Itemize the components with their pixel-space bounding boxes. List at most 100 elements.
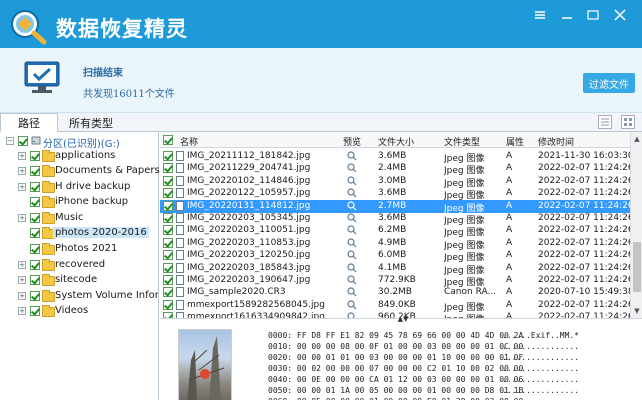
- file-checkbox[interactable]: [163, 213, 173, 223]
- column-header-size[interactable]: 文件大小: [378, 135, 414, 148]
- file-name: IMG_20220203_105345.jpg: [187, 213, 311, 223]
- scrollbar-thumb[interactable]: [633, 242, 641, 292]
- tree-item-applications[interactable]: + applications: [0, 149, 158, 164]
- folder-icon: [42, 305, 55, 317]
- file-row[interactable]: IMG_20220203_190647.jpg 772.9KB Jpeg 图像 A 20…: [160, 274, 634, 288]
- tree-root[interactable]: − 分区(已识别)(G:): [0, 134, 158, 150]
- file-checkbox[interactable]: [163, 275, 173, 285]
- tree-item-photos-2020-2016[interactable]: photos 2020-2016: [0, 226, 158, 241]
- close-icon[interactable]: [612, 8, 628, 22]
- tree-item-h-drive-backup[interactable]: + H drive backup: [0, 180, 158, 195]
- preview-icon[interactable]: [347, 188, 357, 198]
- file-checkbox[interactable]: [163, 225, 173, 236]
- preview-icon[interactable]: [347, 151, 357, 161]
- expand-icon[interactable]: +: [18, 276, 26, 284]
- file-checkbox[interactable]: [163, 163, 173, 174]
- file-row[interactable]: IMG_20220131_114812.jpg 2.7MB Jpeg 图像 A 2022…: [160, 199, 634, 214]
- tree-checkbox[interactable]: [30, 275, 40, 285]
- file-checkbox[interactable]: [163, 237, 173, 248]
- splitter-handle[interactable]: ▲▼: [390, 315, 416, 323]
- column-header-name[interactable]: 名称: [180, 135, 198, 148]
- file-checkbox[interactable]: [163, 262, 173, 273]
- tree-checkbox[interactable]: [30, 260, 40, 270]
- tree-checkbox[interactable]: [30, 291, 40, 301]
- column-header-type[interactable]: 文件类型: [444, 135, 480, 148]
- maximize-icon[interactable]: [585, 8, 601, 22]
- detail-view-icon[interactable]: [598, 115, 612, 129]
- file-list-scrollbar[interactable]: ▲ ▼: [630, 132, 642, 318]
- file-row[interactable]: IMG_sample2020.CR3 30.2MB Canon RA... A 2020…: [160, 286, 634, 299]
- preview-icon[interactable]: [347, 163, 357, 173]
- tab-all-types[interactable]: 所有类型: [60, 113, 122, 132]
- expand-icon[interactable]: +: [18, 292, 26, 300]
- preview-icon[interactable]: [347, 200, 357, 211]
- tree-checkbox[interactable]: [30, 228, 40, 238]
- filter-files-button[interactable]: 过滤文件: [583, 73, 635, 93]
- file-checkbox[interactable]: [163, 175, 173, 186]
- file-row[interactable]: IMG_20220122_105957.jpg 3.6MB Jpeg 图像 A 2022…: [160, 187, 634, 201]
- file-checkbox[interactable]: [163, 299, 173, 310]
- file-row[interactable]: IMG_20220203_105345.jpg 3.6MB Jpeg 图像 A 2022…: [160, 212, 634, 226]
- file-row[interactable]: IMG_20211229_204741.jpg 2.4MB Jpeg 图像 A 2022…: [160, 162, 634, 176]
- tree-checkbox[interactable]: [30, 166, 40, 176]
- file-row[interactable]: mmexport1589282568045.jpg 849.0KB Jpeg 图像 A…: [160, 299, 634, 313]
- preview-icon[interactable]: [347, 250, 357, 260]
- file-row[interactable]: IMG_20220203_120250.jpg 6.0MB Jpeg 图像 A 2022…: [160, 249, 634, 263]
- file-checkbox[interactable]: [163, 200, 173, 211]
- tree-checkbox[interactable]: [30, 182, 40, 192]
- file-row[interactable]: IMG_20220203_110853.jpg 4.9MB Jpeg 图像 A 2022…: [160, 237, 634, 251]
- scroll-down-icon[interactable]: ▼: [631, 305, 642, 317]
- file-row[interactable]: IMG_20220203_110051.jpg 6.2MB Jpeg 图像 A 2022…: [160, 224, 634, 238]
- tab-path[interactable]: 路径: [0, 113, 58, 132]
- file-type: Canon RA...: [444, 287, 497, 298]
- preview-icon[interactable]: [347, 262, 357, 273]
- file-checkbox[interactable]: [163, 151, 173, 161]
- column-header-modified[interactable]: 修改时间: [538, 135, 574, 148]
- expand-icon[interactable]: +: [18, 167, 26, 175]
- expand-icon[interactable]: +: [18, 307, 26, 315]
- file-name: IMG_20220203_110051.jpg: [187, 225, 311, 236]
- tree-item-videos[interactable]: + Videos: [0, 304, 158, 319]
- file-row[interactable]: IMG_20220102_114846.jpg 3.0MB Jpeg 图像 A 2022…: [160, 175, 634, 189]
- preview-icon[interactable]: [347, 225, 357, 235]
- file-name: mmexport1589282568045.jpg: [187, 299, 325, 310]
- minimize-icon[interactable]: [559, 8, 575, 22]
- preview-icon[interactable]: [347, 287, 357, 297]
- expand-icon[interactable]: +: [18, 214, 26, 222]
- file-checkbox[interactable]: [163, 287, 173, 298]
- scroll-up-icon[interactable]: ▲: [631, 133, 642, 145]
- tree-checkbox[interactable]: [18, 136, 28, 146]
- expand-icon[interactable]: +: [18, 261, 26, 269]
- menu-icon[interactable]: [532, 8, 548, 22]
- tree-item-iphone-backup[interactable]: iPhone backup: [0, 195, 158, 210]
- tree-item-recovered[interactable]: + recovered: [0, 258, 158, 273]
- preview-icon[interactable]: [347, 213, 357, 223]
- file-checkbox[interactable]: [163, 188, 173, 199]
- collapse-icon[interactable]: −: [6, 137, 14, 145]
- preview-icon[interactable]: [347, 300, 357, 310]
- select-all-checkbox[interactable]: [163, 135, 173, 145]
- tree-item-music[interactable]: + Music: [0, 211, 158, 226]
- tree-item-photos-2021[interactable]: Photos 2021: [0, 242, 158, 257]
- tree-item-sitecode[interactable]: + sitecode: [0, 273, 158, 288]
- tree-checkbox[interactable]: [30, 151, 40, 161]
- tree-checkbox[interactable]: [30, 197, 40, 207]
- expand-icon[interactable]: +: [18, 152, 26, 160]
- tree-checkbox[interactable]: [30, 306, 40, 316]
- file-checkbox[interactable]: [163, 250, 173, 261]
- folder-icon: [42, 274, 55, 286]
- tree-root-label: 分区(已识别)(G:): [43, 139, 120, 150]
- column-header-preview[interactable]: 预览: [343, 135, 361, 148]
- preview-icon[interactable]: [347, 238, 357, 248]
- preview-icon[interactable]: [347, 275, 357, 285]
- expand-icon[interactable]: +: [18, 183, 26, 191]
- tree-item-system-volume-information[interactable]: + System Volume Information: [0, 289, 158, 304]
- tree-item-documents[interactable]: + Documents & Papers: [0, 164, 160, 179]
- file-row[interactable]: IMG_20211112_181842.jpg 3.6MB Jpeg 图像 A 2021…: [160, 150, 634, 164]
- preview-icon[interactable]: [347, 176, 357, 186]
- tree-checkbox[interactable]: [30, 244, 40, 254]
- column-header-attribute[interactable]: 属性: [506, 135, 524, 148]
- tree-checkbox[interactable]: [30, 213, 40, 223]
- file-row[interactable]: IMG_20220203_185843.jpg 4.1MB Jpeg 图像 A 2022…: [160, 262, 634, 276]
- thumbnail-view-icon[interactable]: [621, 115, 635, 129]
